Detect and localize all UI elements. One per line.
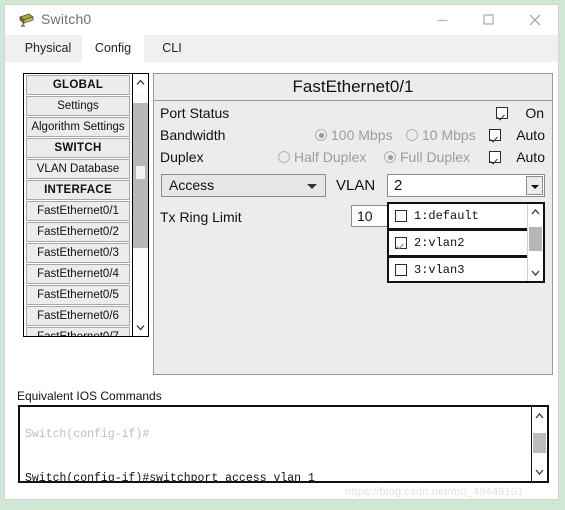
- tab-bar: Physical Config CLI: [5, 35, 558, 62]
- sidebar-item-fastethernet0-6[interactable]: FastEthernet0/6: [26, 306, 130, 326]
- vlan-option-label: 3:vlan3: [414, 263, 465, 277]
- sidebar-list: GLOBAL Settings Algorithm Settings SWITC…: [24, 74, 132, 336]
- vlan-dropdown-items: 1:default 2:vlan2 3:vlan3: [389, 204, 530, 283]
- tab-cli[interactable]: CLI: [144, 35, 200, 62]
- vlan-select[interactable]: 2: [387, 174, 545, 197]
- vlan-dropdown-arrow-icon[interactable]: [526, 176, 543, 195]
- config-sidebar: GLOBAL Settings Algorithm Settings SWITC…: [23, 73, 149, 337]
- duplex-row: Duplex Half Duplex Full Duplex Auto: [154, 146, 552, 168]
- duplex-half-label: Half Duplex: [294, 149, 367, 165]
- panel-title: FastEthernet0/1: [154, 74, 552, 101]
- vlan-option-checkbox[interactable]: [395, 264, 407, 276]
- bandwidth-10mbps-radio[interactable]: [406, 129, 418, 141]
- scroll-down-icon[interactable]: [532, 463, 547, 481]
- ios-commands-console[interactable]: Switch(config-if)# Switch(config-if)#swi…: [18, 405, 549, 483]
- vlan-option-checkbox[interactable]: [395, 237, 407, 249]
- tx-ring-limit-value: 10: [357, 208, 373, 224]
- scroll-down-icon[interactable]: [528, 265, 543, 281]
- list-item[interactable]: 1:default: [389, 204, 530, 228]
- scroll-down-icon[interactable]: [133, 319, 148, 336]
- vlan-option-label: 2:vlan2: [414, 236, 465, 250]
- minimize-icon[interactable]: [420, 5, 466, 35]
- scroll-up-icon[interactable]: [528, 204, 543, 220]
- sidebar-item-vlan-database[interactable]: VLAN Database: [26, 159, 130, 179]
- console-scrollbar[interactable]: [531, 407, 547, 481]
- watermark: https://blog.csdn.net/m0_48449101: [345, 486, 524, 498]
- scroll-up-icon[interactable]: [133, 74, 148, 91]
- sidebar-item-fastethernet0-3[interactable]: FastEthernet0/3: [26, 243, 130, 263]
- vlan-option-label: 1:default: [414, 209, 479, 223]
- config-page: GLOBAL Settings Algorithm Settings SWITC…: [5, 62, 558, 499]
- title-bar: Switch0: [5, 5, 558, 35]
- vlan-dropdown-list[interactable]: 1:default 2:vlan2 3:vlan3: [387, 202, 545, 283]
- port-status-row: Port Status On: [154, 102, 552, 124]
- sidebar-item-fastethernet0-1[interactable]: FastEthernet0/1: [26, 201, 130, 221]
- duplex-full-radio[interactable]: [384, 151, 396, 163]
- bandwidth-auto-checkbox[interactable]: [489, 129, 501, 141]
- switchport-mode-value: Access: [169, 177, 215, 193]
- console-line: Switch(config-if)#: [25, 428, 150, 442]
- scrollbar-track[interactable]: [133, 91, 148, 319]
- sidebar-item-switch[interactable]: SWITCH: [26, 138, 130, 158]
- chevron-down-icon: [307, 184, 317, 189]
- sidebar-item-fastethernet0-5[interactable]: FastEthernet0/5: [26, 285, 130, 305]
- sidebar-item-fastethernet0-4[interactable]: FastEthernet0/4: [26, 264, 130, 284]
- port-status-checkbox-label: On: [525, 105, 544, 121]
- duplex-half-radio[interactable]: [278, 151, 290, 163]
- maximize-icon[interactable]: [466, 5, 512, 35]
- vlan-option-checkbox[interactable]: [395, 210, 407, 222]
- bandwidth-100mbps-label: 100 Mbps: [331, 127, 393, 143]
- ios-commands-label: Equivalent IOS Commands: [17, 389, 162, 403]
- interface-config-panel: FastEthernet0/1 Port Status On Bandwidth…: [153, 73, 553, 375]
- bandwidth-10mbps-label: 10 Mbps: [422, 127, 476, 143]
- scrollbar-thumb[interactable]: [533, 433, 546, 453]
- sidebar-scrollbar[interactable]: [132, 74, 148, 336]
- tab-config[interactable]: Config: [82, 35, 144, 62]
- tx-ring-limit-label: Tx Ring Limit: [160, 209, 242, 225]
- close-icon[interactable]: [512, 5, 558, 35]
- sidebar-item-interface[interactable]: INTERFACE: [26, 180, 130, 200]
- scroll-up-icon[interactable]: [532, 407, 547, 425]
- scrollbar-thumb[interactable]: [133, 103, 148, 248]
- list-item[interactable]: 3:vlan3: [389, 258, 530, 281]
- bandwidth-100mbps-radio[interactable]: [315, 129, 327, 141]
- sidebar-item-global[interactable]: GLOBAL: [26, 75, 130, 95]
- vlan-select-value: 2: [394, 177, 403, 194]
- ios-commands-text: Switch(config-if)# Switch(config-if)#swi…: [25, 407, 525, 483]
- bandwidth-label: Bandwidth: [160, 127, 226, 143]
- console-line: Switch(config-if)#switchport access vlan…: [25, 471, 315, 483]
- bandwidth-row: Bandwidth 100 Mbps 10 Mbps Auto: [154, 124, 552, 146]
- scrollbar-thumb[interactable]: [529, 227, 542, 251]
- duplex-auto-checkbox[interactable]: [489, 151, 501, 163]
- bandwidth-auto-label: Auto: [516, 127, 545, 143]
- list-separator: [389, 282, 530, 283]
- sidebar-item-settings[interactable]: Settings: [26, 96, 130, 116]
- list-item[interactable]: 2:vlan2: [389, 231, 530, 255]
- duplex-label: Duplex: [160, 149, 204, 165]
- duplex-auto-label: Auto: [516, 149, 545, 165]
- scrollbar-grip: [136, 166, 145, 179]
- vlan-label: VLAN: [336, 177, 376, 194]
- tab-physical[interactable]: Physical: [14, 35, 82, 62]
- application-window: Switch0 Physical Config CLI GLOBAL Setti…: [4, 4, 559, 500]
- vlan-dropdown-scrollbar[interactable]: [527, 204, 543, 281]
- sidebar-item-algorithm-settings[interactable]: Algorithm Settings: [26, 117, 130, 137]
- port-status-checkbox[interactable]: [496, 107, 508, 119]
- port-status-label: Port Status: [160, 105, 230, 121]
- sidebar-item-fastethernet0-2[interactable]: FastEthernet0/2: [26, 222, 130, 242]
- duplex-full-label: Full Duplex: [400, 149, 471, 165]
- sidebar-item-fastethernet0-7[interactable]: FastEthernet0/7: [26, 327, 130, 336]
- switchport-mode-select[interactable]: Access: [161, 174, 326, 197]
- window-title: Switch0: [41, 11, 92, 27]
- switch-device-icon: [18, 12, 35, 28]
